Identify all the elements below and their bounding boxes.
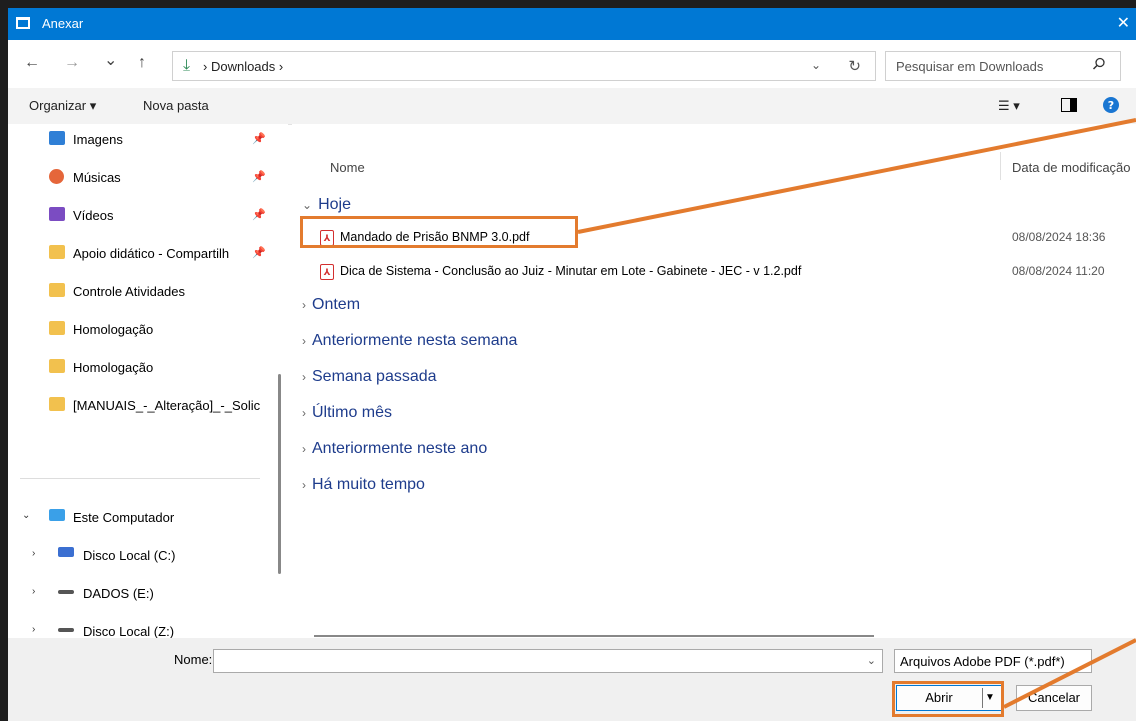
annotation-arrows [577, 118, 1136, 709]
annotation-arrow-file [577, 118, 1136, 234]
file-dialog: Anexar ✕ ← → ⌄ ↑ ⤓ › Downloads › ⌄ ↻ Pes… [8, 8, 1136, 721]
annotation-arrow-open [1003, 638, 1136, 709]
